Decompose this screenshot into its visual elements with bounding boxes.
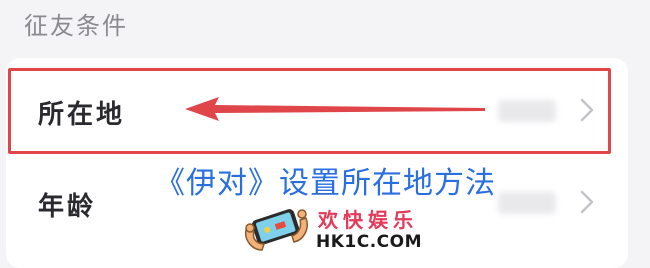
- watermark-site-name: 欢快娱乐: [318, 208, 418, 232]
- overlay-title: 《伊对》设置所在地方法: [155, 166, 496, 201]
- watermark-site-url: HK1C.COM: [316, 232, 423, 252]
- section-title: 征友条件: [24, 12, 128, 40]
- chevron-right-icon: [580, 190, 594, 214]
- left-arrow-icon: [185, 97, 485, 121]
- age-value-blurred: [498, 192, 556, 214]
- age-label: 年龄: [38, 192, 97, 222]
- hands-holding-phone-icon: [244, 209, 308, 251]
